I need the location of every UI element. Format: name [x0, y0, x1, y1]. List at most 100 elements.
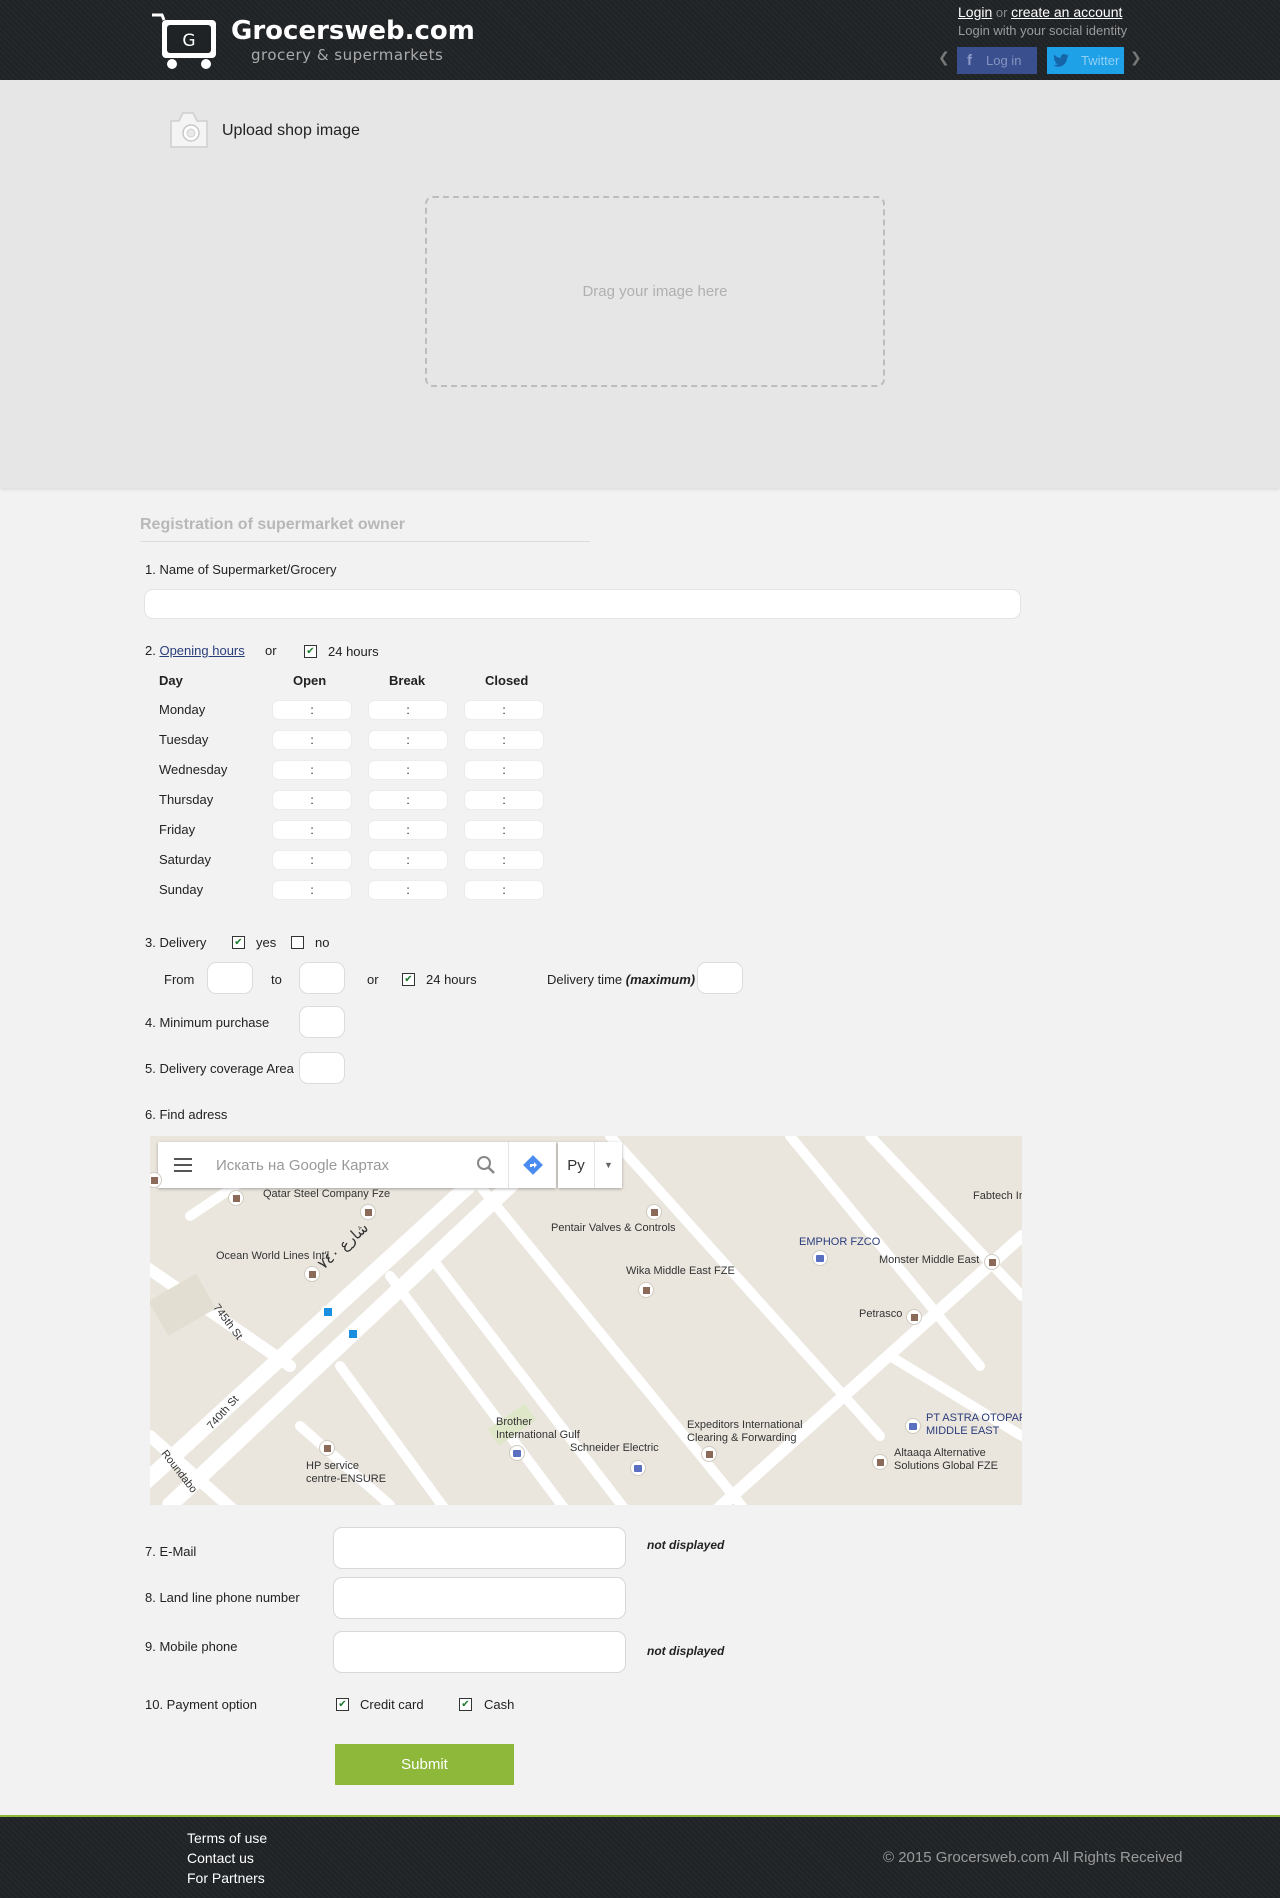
bus-stop-icon[interactable]	[322, 1306, 334, 1318]
place-marker-icon[interactable]	[906, 1309, 922, 1325]
map-label-hp-1: HP service	[306, 1460, 359, 1472]
shopping-marker-icon[interactable]	[905, 1418, 921, 1434]
tuesday-break-time-input[interactable]: :	[368, 730, 448, 750]
delivery-yes-checkbox[interactable]	[232, 936, 245, 949]
camera-icon[interactable]	[167, 107, 211, 151]
footer-link-contact[interactable]: Contact us	[187, 1850, 254, 1866]
friday-break-time-input[interactable]: :	[368, 820, 448, 840]
wednesday-open-time-input[interactable]: :	[272, 760, 352, 780]
credit-card-checkbox[interactable]	[336, 1698, 349, 1711]
delivery-time-label: Delivery time (maximum)	[547, 972, 695, 987]
place-marker-icon[interactable]	[701, 1446, 717, 1462]
brand-name[interactable]: Grocersweb.com	[231, 16, 475, 46]
tuesday-closed-time-input[interactable]: :	[464, 730, 544, 750]
map-label-monster: Monster Middle East	[879, 1254, 980, 1266]
place-marker-icon[interactable]	[304, 1266, 320, 1282]
thursday-open-time-input[interactable]: :	[272, 790, 352, 810]
delivery-no-label: no	[315, 935, 330, 950]
monday-break-time-input[interactable]: :	[368, 700, 448, 720]
place-marker-icon[interactable]	[872, 1454, 888, 1470]
dropzone-text: Drag your image here	[582, 283, 728, 300]
map-language-select[interactable]: Ру ▼	[558, 1142, 622, 1188]
caret-down-icon: ▼	[594, 1142, 622, 1188]
chevron-left-icon[interactable]: ❮	[938, 49, 950, 66]
minimum-purchase-input[interactable]	[299, 1006, 345, 1038]
site-header: G Grocersweb.com grocery & supermarkets …	[0, 0, 1280, 80]
supermarket-name-input[interactable]	[144, 589, 1021, 619]
footer-link-partners[interactable]: For Partners	[187, 1870, 265, 1886]
day-label-tuesday: Tuesday	[159, 732, 209, 747]
sunday-break-time-input[interactable]: :	[368, 880, 448, 900]
facebook-login-button[interactable]: f Log in	[957, 47, 1037, 74]
map-label-brother-1: Brother	[496, 1416, 533, 1428]
auth-links: Login or create an account	[958, 4, 1122, 20]
svg-text:G: G	[182, 31, 195, 51]
place-marker-icon[interactable]	[984, 1254, 1000, 1270]
map-language-value: Ру	[567, 1156, 585, 1174]
place-marker-icon[interactable]	[319, 1440, 335, 1456]
footer-link-terms[interactable]: Terms of use	[187, 1830, 267, 1846]
coverage-area-input[interactable]	[299, 1052, 345, 1084]
mobile-input[interactable]	[333, 1631, 626, 1673]
saturday-open-time-input[interactable]: :	[272, 850, 352, 870]
all-day-checkbox[interactable]	[304, 645, 317, 658]
form-title-divider	[140, 541, 590, 542]
image-dropzone[interactable]: Drag your image here	[425, 196, 885, 387]
friday-closed-time-input[interactable]: :	[464, 820, 544, 840]
saturday-closed-time-input[interactable]: :	[464, 850, 544, 870]
day-label-monday: Monday	[159, 702, 206, 717]
sunday-closed-time-input[interactable]: :	[464, 880, 544, 900]
thursday-break-time-input[interactable]: :	[368, 790, 448, 810]
thursday-closed-time-input[interactable]: :	[464, 790, 544, 810]
shopping-cart-logo-icon[interactable]: G	[150, 12, 220, 70]
chevron-right-icon[interactable]: ❯	[1130, 49, 1142, 66]
place-marker-icon[interactable]	[646, 1204, 662, 1220]
place-marker-icon[interactable]	[638, 1282, 654, 1298]
shopping-marker-icon[interactable]	[812, 1250, 828, 1266]
hours-header-break: Break	[389, 673, 426, 688]
map-label-astra-2: MIDDLE EAST	[926, 1425, 1000, 1437]
upload-shop-image-label[interactable]: Upload shop image	[222, 122, 360, 140]
map-search-input[interactable]: Искать на Google Картах	[208, 1157, 464, 1174]
directions-icon[interactable]	[508, 1142, 556, 1188]
monday-open-time-input[interactable]: :	[272, 700, 352, 720]
email-input[interactable]	[333, 1527, 626, 1569]
map-label-expeditors-1: Expeditors International	[687, 1419, 803, 1431]
place-marker-icon[interactable]	[360, 1204, 376, 1220]
login-link[interactable]: Login	[958, 4, 992, 20]
wednesday-closed-time-input[interactable]: :	[464, 760, 544, 780]
coverage-area-label: 5. Delivery coverage Area	[145, 1061, 294, 1076]
address-map[interactable]: Искать на Google Картах Ру ▼ Qatar Steel…	[150, 1136, 1022, 1505]
map-label-astra-1: PT ASTRA OTOPART	[926, 1412, 1022, 1424]
map-label-schneider: Schneider Electric	[570, 1442, 659, 1454]
friday-open-time-input[interactable]: :	[272, 820, 352, 840]
saturday-break-time-input[interactable]: :	[368, 850, 448, 870]
delivery-time-input[interactable]	[697, 962, 743, 994]
payment-option-label: 10. Payment option	[145, 1697, 258, 1712]
shopping-marker-icon[interactable]	[509, 1445, 525, 1461]
auth-or-text: or	[995, 5, 1008, 20]
delivery-24h-label: 24 hours	[426, 972, 477, 987]
hamburger-menu-icon[interactable]	[158, 1142, 208, 1188]
opening-hours-link[interactable]: Opening hours	[159, 643, 244, 658]
bus-stop-icon[interactable]	[347, 1328, 359, 1340]
landline-input[interactable]	[333, 1577, 626, 1619]
delivery-from-input[interactable]	[207, 962, 253, 994]
twitter-login-button[interactable]: Twitter	[1047, 47, 1124, 74]
submit-button[interactable]: Submit	[335, 1744, 514, 1785]
monday-closed-time-input[interactable]: :	[464, 700, 544, 720]
place-marker-icon[interactable]	[228, 1190, 244, 1206]
search-icon[interactable]	[464, 1142, 508, 1188]
delivery-no-checkbox[interactable]	[291, 936, 304, 949]
sunday-open-time-input[interactable]: :	[272, 880, 352, 900]
delivery-to-label: to	[271, 972, 282, 987]
wednesday-break-time-input[interactable]: :	[368, 760, 448, 780]
twitter-login-label: Twitter	[1081, 53, 1120, 68]
tuesday-open-time-input[interactable]: :	[272, 730, 352, 750]
cash-checkbox[interactable]	[459, 1698, 472, 1711]
delivery-24h-checkbox[interactable]	[402, 973, 415, 986]
create-account-link[interactable]: create an account	[1011, 4, 1122, 20]
site-footer: Terms of use Contact us For Partners © 2…	[0, 1815, 1280, 1898]
shopping-marker-icon[interactable]	[630, 1460, 646, 1476]
delivery-to-input[interactable]	[299, 962, 345, 994]
